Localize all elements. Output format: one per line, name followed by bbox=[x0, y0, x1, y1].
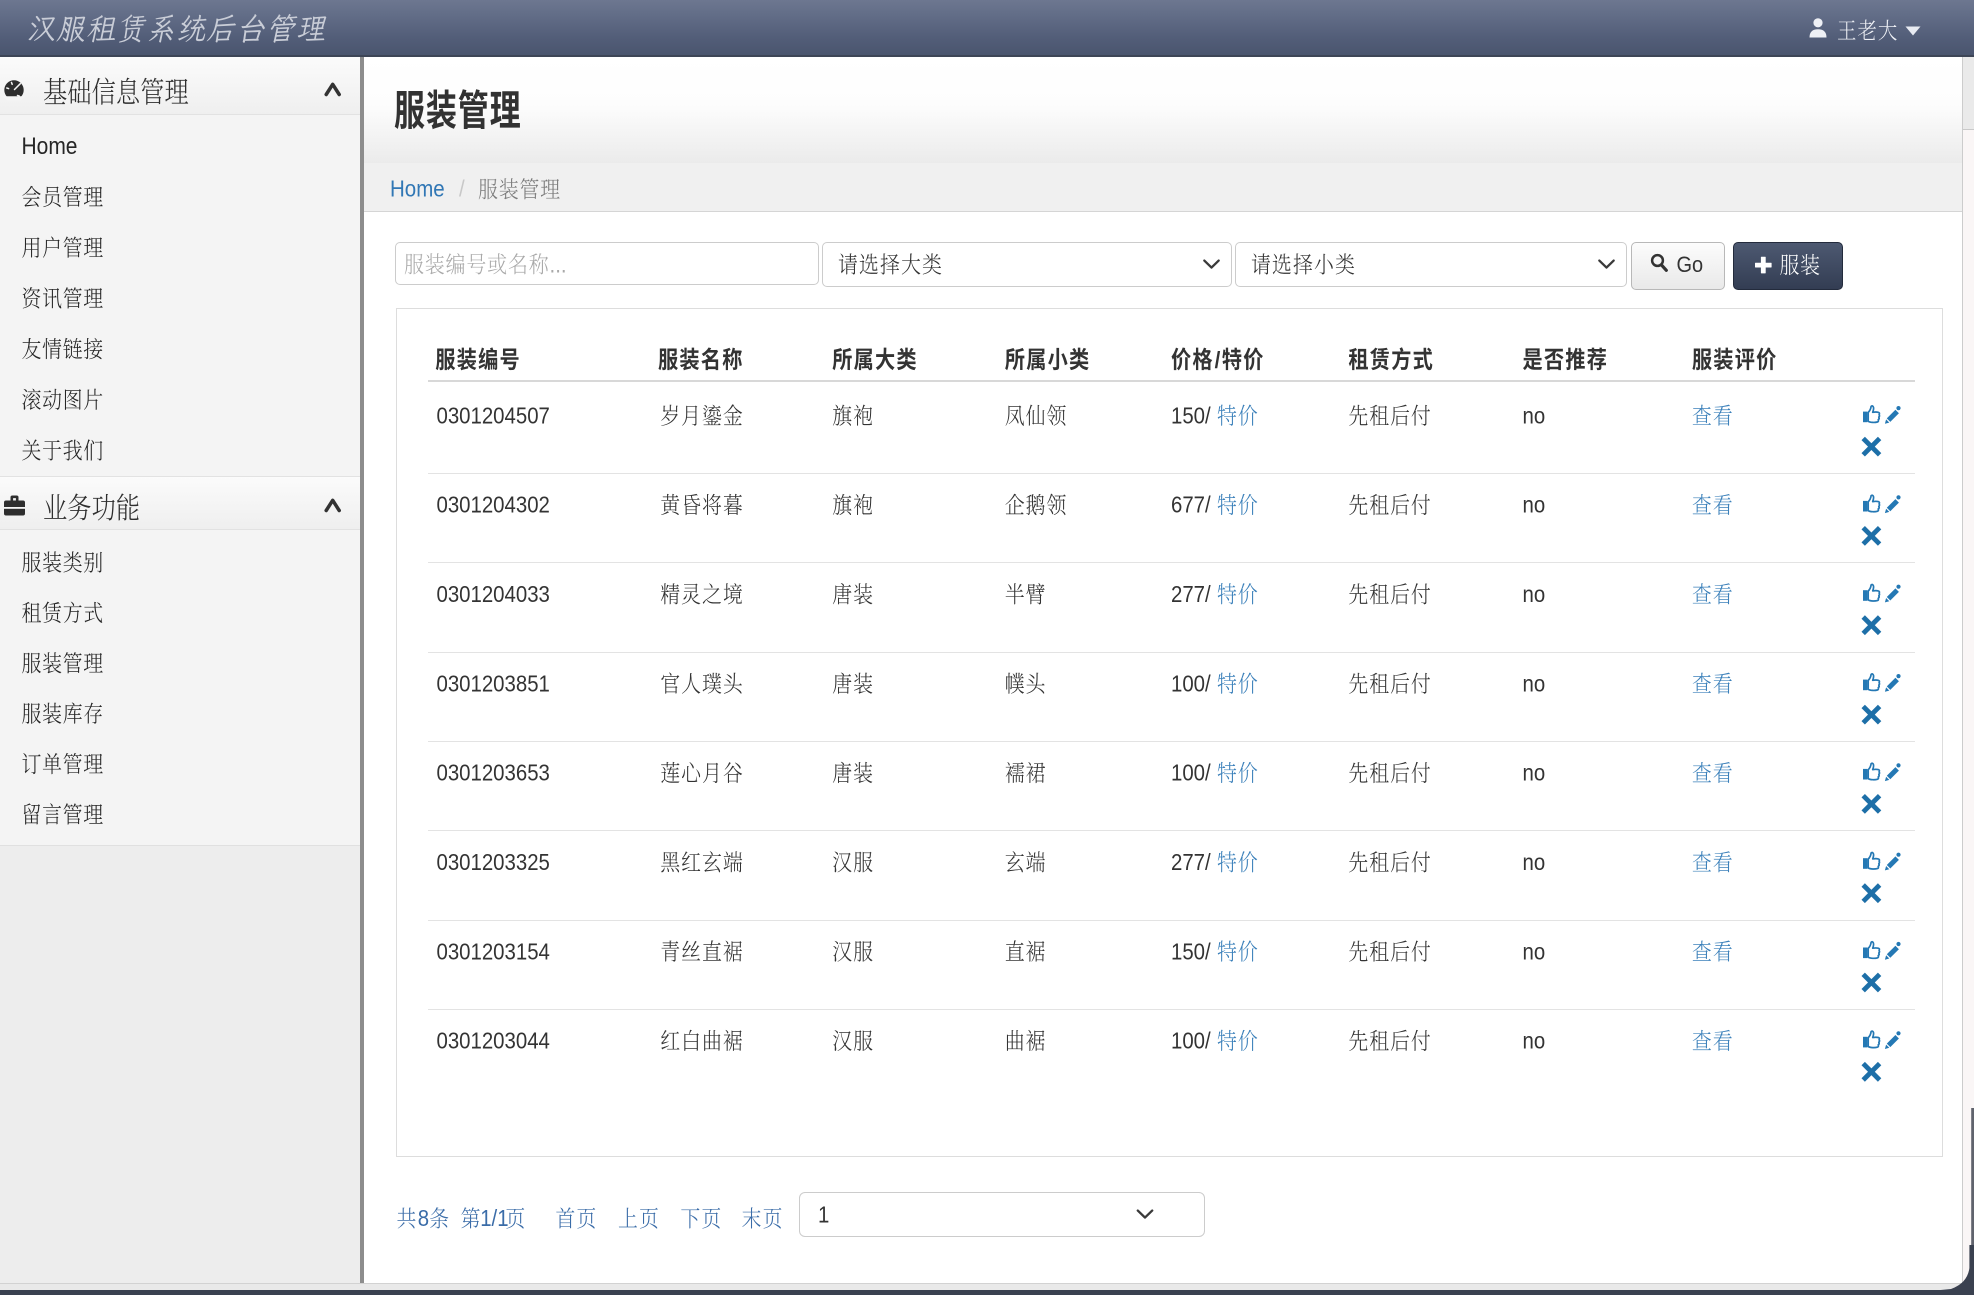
svg-text:0301204302: 0301204302 bbox=[437, 492, 550, 518]
svg-text:/: / bbox=[1215, 347, 1221, 373]
svg-text:0301204507: 0301204507 bbox=[437, 402, 550, 428]
svg-text:/: / bbox=[459, 175, 466, 201]
svg-text:no: no bbox=[1523, 759, 1546, 785]
svg-text:Home: Home bbox=[390, 175, 445, 201]
svg-text:0301203653: 0301203653 bbox=[437, 759, 550, 785]
svg-text:no: no bbox=[1523, 492, 1546, 518]
svg-text:8: 8 bbox=[418, 1205, 429, 1231]
svg-text:0301203154: 0301203154 bbox=[437, 938, 550, 964]
svg-text:no: no bbox=[1523, 581, 1546, 607]
svg-text:no: no bbox=[1523, 670, 1546, 696]
svg-text:100/: 100/ bbox=[1171, 670, 1212, 696]
svg-text:...: ... bbox=[550, 251, 567, 277]
svg-text:277/: 277/ bbox=[1171, 581, 1212, 607]
svg-text:150/: 150/ bbox=[1171, 402, 1212, 428]
svg-text:Home: Home bbox=[22, 133, 78, 159]
svg-text:1: 1 bbox=[818, 1201, 829, 1227]
svg-text:100/: 100/ bbox=[1171, 759, 1212, 785]
svg-text:100/: 100/ bbox=[1171, 1027, 1212, 1053]
svg-text:677/: 677/ bbox=[1171, 492, 1212, 518]
svg-text:277/: 277/ bbox=[1171, 849, 1212, 875]
svg-text:no: no bbox=[1523, 402, 1546, 428]
svg-text:150/: 150/ bbox=[1171, 938, 1212, 964]
svg-text:0301203851: 0301203851 bbox=[437, 670, 550, 696]
svg-text:Go: Go bbox=[1677, 252, 1704, 277]
svg-text:0301204033: 0301204033 bbox=[437, 581, 550, 607]
svg-text:1/1: 1/1 bbox=[480, 1205, 508, 1231]
svg-text:no: no bbox=[1523, 849, 1546, 875]
svg-text:0301203325: 0301203325 bbox=[437, 849, 550, 875]
svg-text:0301203044: 0301203044 bbox=[437, 1027, 550, 1053]
svg-text:no: no bbox=[1523, 938, 1546, 964]
svg-text:no: no bbox=[1523, 1027, 1546, 1053]
